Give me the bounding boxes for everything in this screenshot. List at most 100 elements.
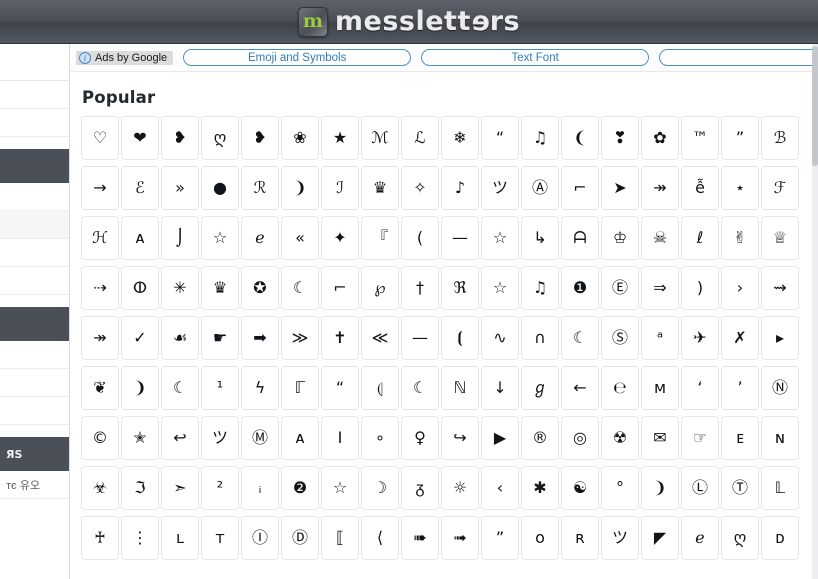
symbol-tile[interactable]: Ⓝ	[761, 366, 799, 410]
symbol-tile[interactable]: ☢	[601, 416, 639, 460]
symbol-tile[interactable]: ☙	[161, 316, 199, 360]
symbol-tile[interactable]: ☠	[641, 216, 679, 260]
symbol-tile[interactable]: ❣	[601, 116, 639, 160]
symbol-tile[interactable]: ♛	[361, 166, 399, 210]
symbol-tile[interactable]: ᴅ	[761, 516, 799, 560]
symbol-tile[interactable]: ᵃ	[641, 316, 679, 360]
symbol-tile[interactable]: ¹	[201, 366, 239, 410]
symbol-tile[interactable]: ☆	[321, 466, 359, 510]
symbol-tile[interactable]: Ⓘ	[241, 516, 279, 560]
symbol-tile[interactable]: ≪	[361, 316, 399, 360]
symbol-tile[interactable]: ✧	[401, 166, 439, 210]
symbol-tile[interactable]: ℑ	[121, 466, 159, 510]
symbol-tile[interactable]: ♔	[601, 216, 639, 260]
symbol-tile[interactable]: ☆	[201, 216, 239, 260]
ad-link-emoji-and-symbols[interactable]: Emoji and Symbols	[183, 49, 412, 66]
symbol-tile[interactable]: “	[321, 366, 359, 410]
sidebar-section-band-1[interactable]	[0, 149, 69, 183]
symbol-tile[interactable]: Ⓔ	[601, 266, 639, 310]
symbol-tile[interactable]: ℒ	[401, 116, 439, 160]
symbol-tile[interactable]: ☼	[441, 466, 479, 510]
ad-link-text-font[interactable]: Text Font	[421, 49, 650, 66]
sidebar-row-2[interactable]	[0, 109, 69, 137]
symbol-tile[interactable]: ➤	[601, 166, 639, 210]
symbol-tile[interactable]: ◤	[641, 516, 679, 560]
symbol-tile[interactable]: ℾ	[281, 366, 319, 410]
symbol-tile[interactable]: ℐ	[321, 166, 359, 210]
symbol-tile[interactable]: Ⓜ	[241, 416, 279, 460]
sidebar-section-band-3[interactable]: ЯS	[0, 437, 69, 471]
symbol-tile[interactable]: I	[321, 416, 359, 460]
sidebar-row-5[interactable]	[0, 239, 69, 267]
symbol-tile[interactable]: Ⓣ	[721, 466, 759, 510]
symbol-tile[interactable]: ღ	[721, 516, 759, 560]
symbol-tile[interactable]: ✭	[121, 416, 159, 460]
symbol-tile[interactable]: ❦	[81, 366, 119, 410]
symbol-tile[interactable]: ♕	[761, 216, 799, 260]
symbol-tile[interactable]: ⇝	[761, 266, 799, 310]
symbol-tile[interactable]: ✝	[321, 316, 359, 360]
symbol-tile[interactable]: ⌐	[561, 166, 599, 210]
symbol-tile[interactable]: ›	[721, 266, 759, 310]
symbol-tile[interactable]: ✪	[241, 266, 279, 310]
symbol-tile[interactable]: ’	[721, 366, 759, 410]
symbol-tile[interactable]: ℛ	[241, 166, 279, 210]
symbol-tile[interactable]: »	[161, 166, 199, 210]
symbol-tile[interactable]: ℋ	[81, 216, 119, 260]
symbol-tile[interactable]: ᴀ	[121, 216, 159, 260]
symbol-tile[interactable]: ϟ	[241, 366, 279, 410]
sidebar-row-korean[interactable]: тє 유오	[0, 471, 69, 499]
symbol-tile[interactable]: (	[401, 216, 439, 260]
symbol-tile[interactable]: ♰	[81, 516, 119, 560]
symbol-tile[interactable]: ❩	[121, 366, 159, 410]
symbol-tile[interactable]: —	[401, 316, 439, 360]
symbol-tile[interactable]: ☣	[81, 466, 119, 510]
symbol-tile[interactable]: ✗	[721, 316, 759, 360]
symbol-tile[interactable]: ✱	[521, 466, 559, 510]
symbol-tile[interactable]: 『	[361, 216, 399, 260]
sidebar-row-1[interactable]	[0, 81, 69, 109]
symbol-tile[interactable]: ❄	[441, 116, 479, 160]
symbol-tile[interactable]: Ⓐ	[521, 166, 559, 210]
symbol-tile[interactable]: ◎	[561, 416, 599, 460]
symbol-tile[interactable]: ♛	[201, 266, 239, 310]
symbol-tile[interactable]: ℕ	[441, 366, 479, 410]
symbol-tile[interactable]: ⋆	[721, 166, 759, 210]
symbol-tile[interactable]: ∘	[361, 416, 399, 460]
symbol-tile[interactable]: ᴏ	[521, 516, 559, 560]
symbol-tile[interactable]: ↳	[521, 216, 559, 260]
symbol-tile[interactable]: ❤	[121, 116, 159, 160]
symbol-tile[interactable]: ᗩ	[561, 216, 599, 260]
symbol-tile[interactable]: °	[601, 466, 639, 510]
symbol-tile[interactable]: ❀	[281, 116, 319, 160]
symbol-tile[interactable]: ☽	[361, 466, 399, 510]
sidebar-section-band-2[interactable]	[0, 307, 69, 341]
symbol-tile[interactable]: ℓ	[681, 216, 719, 260]
symbol-tile[interactable]: ♫	[521, 116, 559, 160]
symbol-tile[interactable]: ᵹ	[401, 466, 439, 510]
symbol-tile[interactable]: ễ	[681, 166, 719, 210]
symbol-tile[interactable]: )	[681, 266, 719, 310]
page-scrollbar-thumb[interactable]	[812, 46, 818, 166]
symbol-tile[interactable]: ↩	[161, 416, 199, 460]
symbol-tile[interactable]: ∩	[521, 316, 559, 360]
symbol-tile[interactable]: ᴛ	[201, 516, 239, 560]
symbol-tile[interactable]: ✦	[321, 216, 359, 260]
symbol-tile[interactable]: Ⓓ	[281, 516, 319, 560]
symbol-tile[interactable]: ♡	[81, 116, 119, 160]
symbol-tile[interactable]: ⌐	[321, 266, 359, 310]
symbol-tile[interactable]: ツ	[601, 516, 639, 560]
symbol-tile[interactable]: ☛	[201, 316, 239, 360]
symbol-tile[interactable]: ➡	[241, 316, 279, 360]
symbol-tile[interactable]: ▸	[761, 316, 799, 360]
symbol-tile[interactable]: ≫	[281, 316, 319, 360]
symbol-tile[interactable]: ✉	[641, 416, 679, 460]
symbol-tile[interactable]: ⋮	[121, 516, 159, 560]
symbol-tile[interactable]: ⦗	[441, 316, 479, 360]
symbol-tile[interactable]: ᴇ	[721, 416, 759, 460]
symbol-tile[interactable]: ⟦	[321, 516, 359, 560]
symbol-tile[interactable]: ℮	[601, 366, 639, 410]
symbol-tile[interactable]: «	[281, 216, 319, 260]
symbol-tile[interactable]: Ⓢ	[601, 316, 639, 360]
symbol-tile[interactable]: ℰ	[121, 166, 159, 210]
